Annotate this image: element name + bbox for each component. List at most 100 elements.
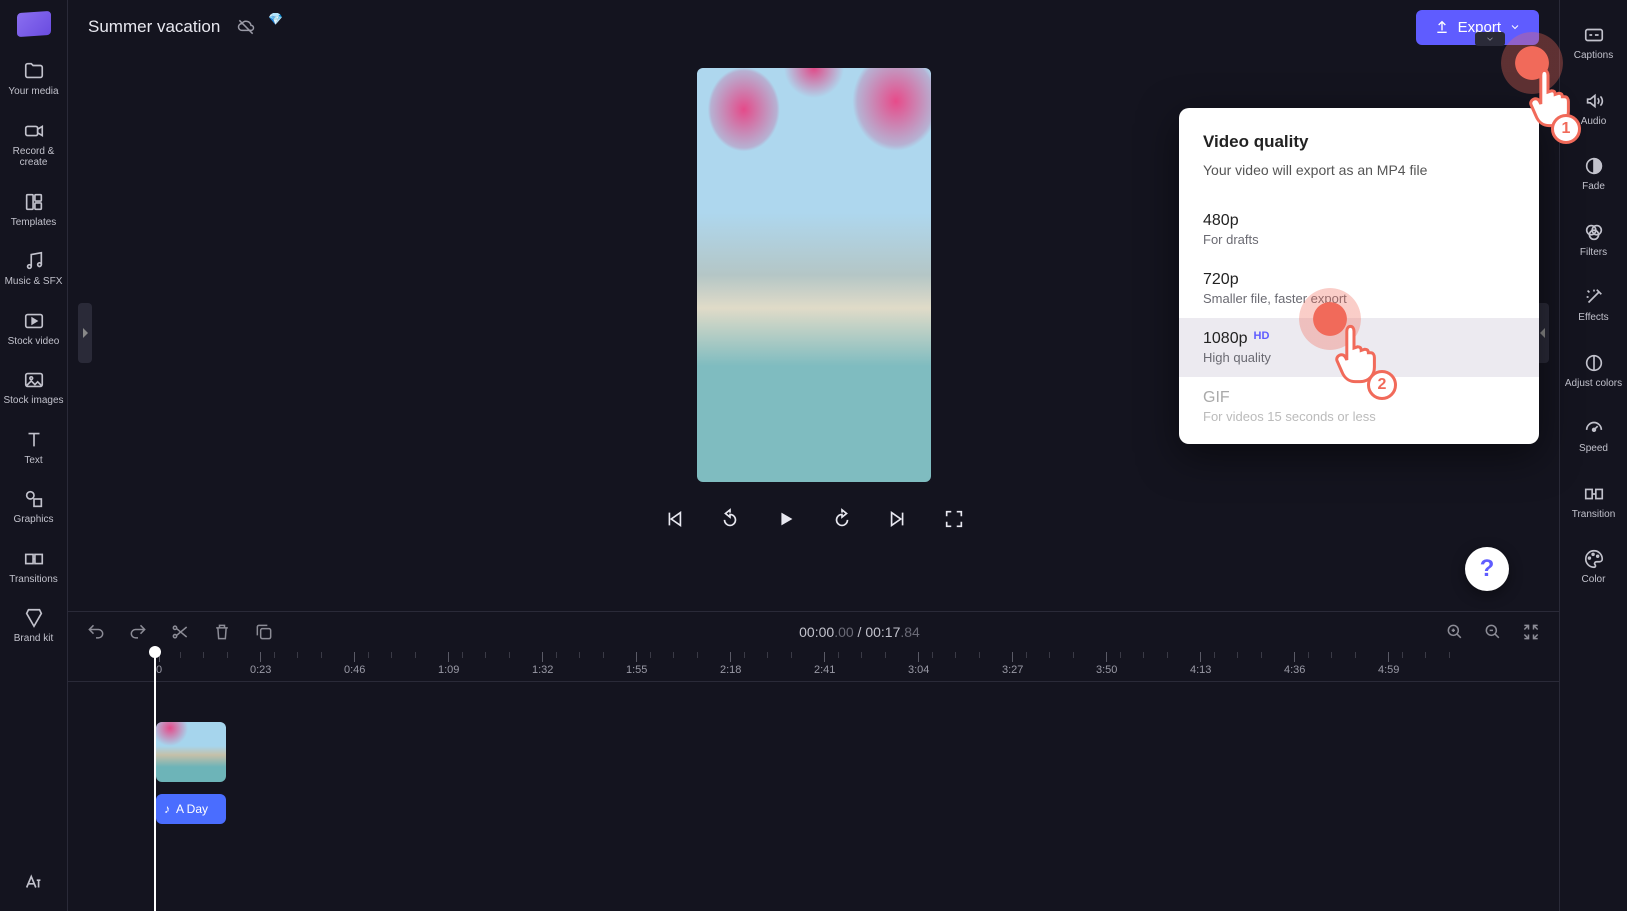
fullscreen-button[interactable] bbox=[943, 508, 965, 530]
play-button[interactable] bbox=[775, 508, 797, 530]
filters-icon bbox=[1583, 221, 1605, 243]
audio-icon bbox=[1583, 90, 1605, 112]
help-button[interactable]: ? bbox=[1465, 547, 1509, 591]
playhead[interactable] bbox=[154, 652, 156, 911]
forward-5s-button[interactable] bbox=[831, 508, 853, 530]
sidebar-item-brand-kit[interactable]: Brand kit bbox=[3, 599, 65, 653]
color-icon bbox=[1583, 548, 1605, 570]
project-title[interactable]: Summer vacation bbox=[88, 17, 220, 37]
sidebar-item-templates[interactable]: Templates bbox=[3, 183, 65, 237]
duplicate-button[interactable] bbox=[254, 622, 274, 642]
main-column: Summer vacation 💎 Export ? bbox=[68, 0, 1559, 911]
sidebar-item-record-create[interactable]: Record & create bbox=[3, 112, 65, 177]
audio-clip[interactable]: ♪ A Day bbox=[156, 794, 226, 824]
ruler-tick-label: 2:41 bbox=[814, 664, 835, 676]
zoom-out-button[interactable] bbox=[1483, 622, 1503, 642]
stock-images-icon bbox=[23, 369, 45, 391]
stock-video-icon bbox=[23, 310, 45, 332]
sidebar-label: Music & SFX bbox=[5, 276, 63, 288]
font-icon bbox=[23, 871, 45, 893]
timeline-tracks[interactable]: ♪ A Day bbox=[68, 682, 1559, 911]
sidebar-label: Graphics bbox=[13, 514, 53, 526]
video-clip[interactable] bbox=[156, 722, 226, 782]
ruler-tick-label: 0:46 bbox=[344, 664, 365, 676]
ruler-tick-label: 4:36 bbox=[1284, 664, 1305, 676]
delete-button[interactable] bbox=[212, 622, 232, 642]
right-item-effects[interactable]: Effects bbox=[1563, 276, 1625, 334]
ruler-tick: 2:41 bbox=[814, 652, 835, 681]
timecode-display: 00:00.00 / 00:17.84 bbox=[296, 624, 1423, 640]
sidebar-item-transitions[interactable]: Transitions bbox=[3, 540, 65, 594]
fade-icon bbox=[1583, 155, 1605, 177]
timeline-toolbar: 00:00.00 / 00:17.84 bbox=[68, 612, 1559, 652]
sidebar-item-stock-images[interactable]: Stock images bbox=[3, 361, 65, 415]
quality-option-1080p[interactable]: 1080pHD High quality bbox=[1179, 318, 1539, 377]
expand-left-panel-handle[interactable] bbox=[78, 303, 92, 363]
tutorial-step-badge-1: 1 bbox=[1551, 114, 1581, 144]
undo-button[interactable] bbox=[86, 622, 106, 642]
premium-gem-icon: 💎 bbox=[268, 12, 283, 26]
skip-to-end-button[interactable] bbox=[887, 508, 909, 530]
right-item-speed[interactable]: Speed bbox=[1563, 407, 1625, 465]
ruler-tick-label: 1:32 bbox=[532, 664, 553, 676]
ruler-tick: 1:32 bbox=[532, 652, 553, 681]
split-button[interactable] bbox=[170, 622, 190, 642]
right-item-fade[interactable]: Fade bbox=[1563, 145, 1625, 203]
export-quality-popup: Video quality Your video will export as … bbox=[1179, 108, 1539, 444]
clip-thumbnail bbox=[156, 722, 226, 782]
right-item-captions[interactable]: Captions bbox=[1563, 14, 1625, 72]
audio-clip-label: A Day bbox=[176, 802, 208, 816]
sidebar-item-stock-video[interactable]: Stock video bbox=[3, 302, 65, 356]
sidebar-item-graphics[interactable]: Graphics bbox=[3, 480, 65, 534]
sidebar-item-more[interactable] bbox=[3, 863, 65, 901]
aspect-ratio-toggle[interactable] bbox=[1475, 32, 1505, 46]
right-item-transition[interactable]: Transition bbox=[1563, 473, 1625, 531]
redo-button[interactable] bbox=[128, 622, 148, 642]
folder-icon bbox=[23, 60, 45, 82]
zoom-fit-button[interactable] bbox=[1521, 622, 1541, 642]
right-item-adjust-colors[interactable]: Adjust colors bbox=[1563, 342, 1625, 400]
text-icon bbox=[23, 429, 45, 451]
sidebar-item-text[interactable]: Text bbox=[3, 421, 65, 475]
sidebar-label: Your media bbox=[8, 86, 58, 98]
ruler-tick-label: 4:59 bbox=[1378, 664, 1399, 676]
camera-icon bbox=[23, 120, 45, 142]
ruler-tick: 2:18 bbox=[720, 652, 741, 681]
sidebar-label: Templates bbox=[11, 217, 57, 229]
timeline-ruler[interactable]: 00:230:461:091:321:552:182:413:043:273:5… bbox=[68, 652, 1559, 682]
skip-to-start-button[interactable] bbox=[663, 508, 685, 530]
right-item-filters[interactable]: Filters bbox=[1563, 211, 1625, 269]
sidebar-label: Text bbox=[24, 455, 42, 467]
chevron-down-icon bbox=[1509, 21, 1521, 33]
video-preview[interactable] bbox=[697, 68, 931, 482]
app-logo bbox=[17, 11, 51, 37]
quality-option-720p[interactable]: 720p Smaller file, faster export bbox=[1179, 259, 1539, 318]
speed-icon bbox=[1583, 417, 1605, 439]
playback-controls bbox=[663, 508, 965, 530]
popup-title: Video quality bbox=[1203, 132, 1515, 152]
upload-icon bbox=[1434, 19, 1450, 35]
ruler-tick: 1:09 bbox=[438, 652, 459, 681]
sidebar-item-your-media[interactable]: Your media bbox=[3, 52, 65, 106]
topbar: Summer vacation 💎 Export bbox=[68, 0, 1559, 54]
ruler-tick: 1:55 bbox=[626, 652, 647, 681]
right-item-color[interactable]: Color bbox=[1563, 538, 1625, 596]
cloud-sync-off-icon[interactable] bbox=[236, 17, 256, 37]
ruler-tick-label: 3:50 bbox=[1096, 664, 1117, 676]
zoom-in-button[interactable] bbox=[1445, 622, 1465, 642]
sidebar-item-music-sfx[interactable]: Music & SFX bbox=[3, 242, 65, 296]
quality-option-480p[interactable]: 480p For drafts bbox=[1179, 200, 1539, 259]
preview-image bbox=[697, 68, 931, 482]
adjust-colors-icon bbox=[1583, 352, 1605, 374]
hd-badge: HD bbox=[1254, 330, 1270, 342]
ruler-tick: 3:04 bbox=[908, 652, 929, 681]
ruler-tick: 4:59 bbox=[1378, 652, 1399, 681]
tutorial-step-badge-2: 2 bbox=[1367, 370, 1397, 400]
music-icon bbox=[23, 250, 45, 272]
ruler-tick-label: 3:04 bbox=[908, 664, 929, 676]
sidebar-label: Stock video bbox=[8, 336, 60, 348]
rewind-5s-button[interactable] bbox=[719, 508, 741, 530]
music-note-icon: ♪ bbox=[164, 802, 170, 816]
ruler-tick-label: 1:09 bbox=[438, 664, 459, 676]
timeline-panel: 00:00.00 / 00:17.84 00:230:461:091:321:5… bbox=[68, 611, 1559, 911]
